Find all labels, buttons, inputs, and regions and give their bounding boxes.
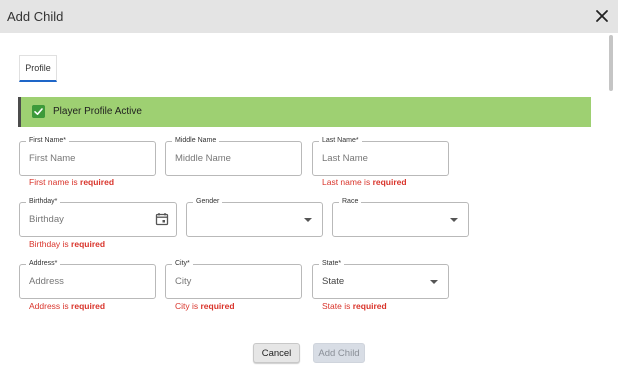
city-placeholder: City [175, 276, 192, 287]
city-field[interactable]: City* City [165, 259, 302, 299]
checkbox-checked-icon[interactable] [32, 105, 45, 118]
state-value: State [322, 276, 345, 287]
dialog-header: Add Child [0, 0, 618, 33]
first-name-field[interactable]: First Name* First Name [19, 136, 156, 176]
tab-profile[interactable]: Profile [19, 55, 57, 82]
address-error: Address is required [29, 301, 106, 311]
birthday-label: Birthday* [26, 197, 61, 207]
state-label: State* [319, 259, 345, 269]
state-select[interactable]: State* State [312, 259, 449, 299]
banner-label: Player Profile Active [53, 106, 142, 117]
birthday-field[interactable]: Birthday* Birthday [19, 197, 177, 237]
scrollbar-thumb[interactable] [609, 35, 613, 91]
address-field[interactable]: Address* Address [19, 259, 156, 299]
race-select[interactable]: Race [332, 197, 469, 237]
last-name-error: Last name is required [322, 177, 407, 187]
chevron-down-icon [450, 218, 458, 222]
close-icon[interactable] [593, 7, 611, 25]
last-name-label: Last Name* [319, 136, 362, 146]
middle-name-field[interactable]: Middle Name Middle Name [165, 136, 302, 176]
last-name-placeholder: Last Name [322, 153, 368, 164]
chevron-down-icon [304, 218, 312, 222]
cancel-button[interactable]: Cancel [253, 343, 300, 363]
race-label: Race [339, 197, 362, 207]
calendar-icon[interactable] [155, 212, 169, 226]
middle-name-label: Middle Name [172, 136, 220, 146]
last-name-field[interactable]: Last Name* Last Name [312, 136, 449, 176]
city-error: City is required [175, 301, 235, 311]
address-placeholder: Address [29, 276, 64, 287]
address-label: Address* [26, 259, 61, 269]
first-name-placeholder: First Name [29, 153, 76, 164]
first-name-error: First name is required [29, 177, 115, 187]
city-label: City* [172, 259, 193, 269]
middle-name-placeholder: Middle Name [175, 153, 231, 164]
gender-select[interactable]: Gender [186, 197, 323, 237]
player-profile-active-toggle[interactable]: Player Profile Active [18, 97, 591, 127]
add-child-button[interactable]: Add Child [313, 343, 365, 363]
first-name-label: First Name* [26, 136, 69, 146]
birthday-error: Birthday is required [29, 239, 106, 249]
birthday-placeholder: Birthday [29, 214, 64, 225]
chevron-down-icon [430, 280, 438, 284]
state-error: State is required [322, 301, 387, 311]
dialog-title: Add Child [7, 9, 64, 24]
gender-label: Gender [193, 197, 223, 207]
